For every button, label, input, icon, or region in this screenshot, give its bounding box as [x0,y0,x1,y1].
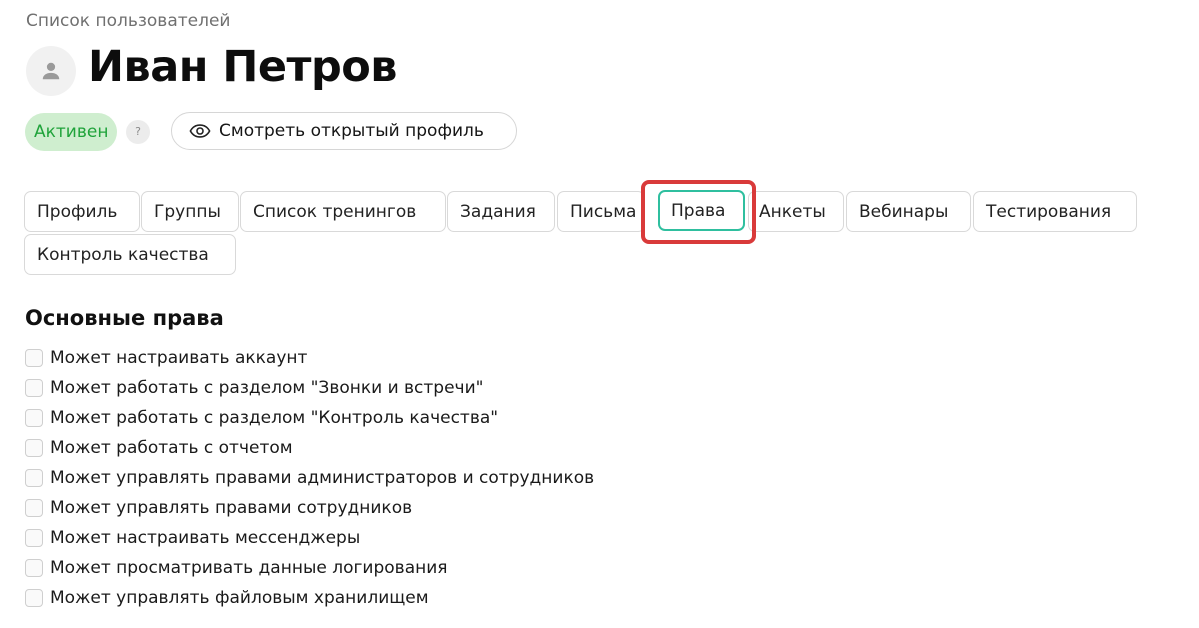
permission-label: Может работать с разделом "Звонки и встр… [50,378,484,398]
avatar [26,46,76,96]
tab-profile[interactable]: Профиль [24,191,140,232]
tab-questionnaires[interactable]: Анкеты [748,191,844,232]
tab-quality-control[interactable]: Контроль качества [24,234,236,275]
tab-groups[interactable]: Группы [141,191,239,232]
breadcrumb[interactable]: Список пользователей [26,11,230,31]
permission-label: Может настраивать мессенджеры [50,528,361,548]
permission-checkbox[interactable] [25,499,43,517]
list-item: Может работать с отчетом [25,433,594,463]
permission-label: Может работать с отчетом [50,438,293,458]
list-item: Может работать с разделом "Контроль каче… [25,403,594,433]
list-item: Может управлять правами администраторов … [25,463,594,493]
permission-checkbox[interactable] [25,559,43,577]
tab-tasks[interactable]: Задания [447,191,555,232]
permission-label: Может настраивать аккаунт [50,348,308,368]
permission-checkbox[interactable] [25,469,43,487]
list-item: Может управлять правами сотрудников [25,493,594,523]
user-icon [42,62,60,80]
permission-checkbox[interactable] [25,589,43,607]
permission-label: Может управлять правами администраторов … [50,468,595,488]
list-item: Может настраивать аккаунт [25,343,594,373]
tab-trainings-list[interactable]: Список тренингов [240,191,446,232]
permission-checkbox[interactable] [25,529,43,547]
permission-label: Может просматривать данные логирования [50,558,448,578]
help-icon[interactable]: ? [126,120,150,144]
tab-webinars[interactable]: Вебинары [846,191,971,232]
permission-label: Может управлять файловым хранилищем [50,588,429,608]
tab-letters[interactable]: Письма [557,191,645,232]
tab-tests[interactable]: Тестирования [973,191,1137,232]
eye-icon [189,123,211,139]
view-public-profile-button[interactable]: Смотреть открытый профиль [171,112,517,150]
permission-checkbox[interactable] [25,379,43,397]
user-page: Список пользователей Иван Петров Активен… [0,0,1199,628]
list-item: Может работать с разделом "Звонки и встр… [25,373,594,403]
permission-checkbox[interactable] [25,349,43,367]
permission-label: Может управлять правами сотрудников [50,498,413,518]
page-title: Иван Петров [88,42,398,92]
permission-checkbox[interactable] [25,439,43,457]
tab-rights[interactable]: Права [658,190,745,231]
permission-label: Может работать с разделом "Контроль каче… [50,408,499,428]
permission-checkbox[interactable] [25,409,43,427]
status-badge: Активен [25,113,118,151]
view-public-profile-label: Смотреть открытый профиль [219,121,484,141]
list-item: Может просматривать данные логирования [25,553,594,583]
list-item: Может настраивать мессенджеры [25,523,594,553]
section-title: Основные права [25,306,224,330]
list-item: Может управлять файловым хранилищем [25,583,594,613]
permissions-list: Может настраивать аккаунт Может работать… [25,343,594,613]
